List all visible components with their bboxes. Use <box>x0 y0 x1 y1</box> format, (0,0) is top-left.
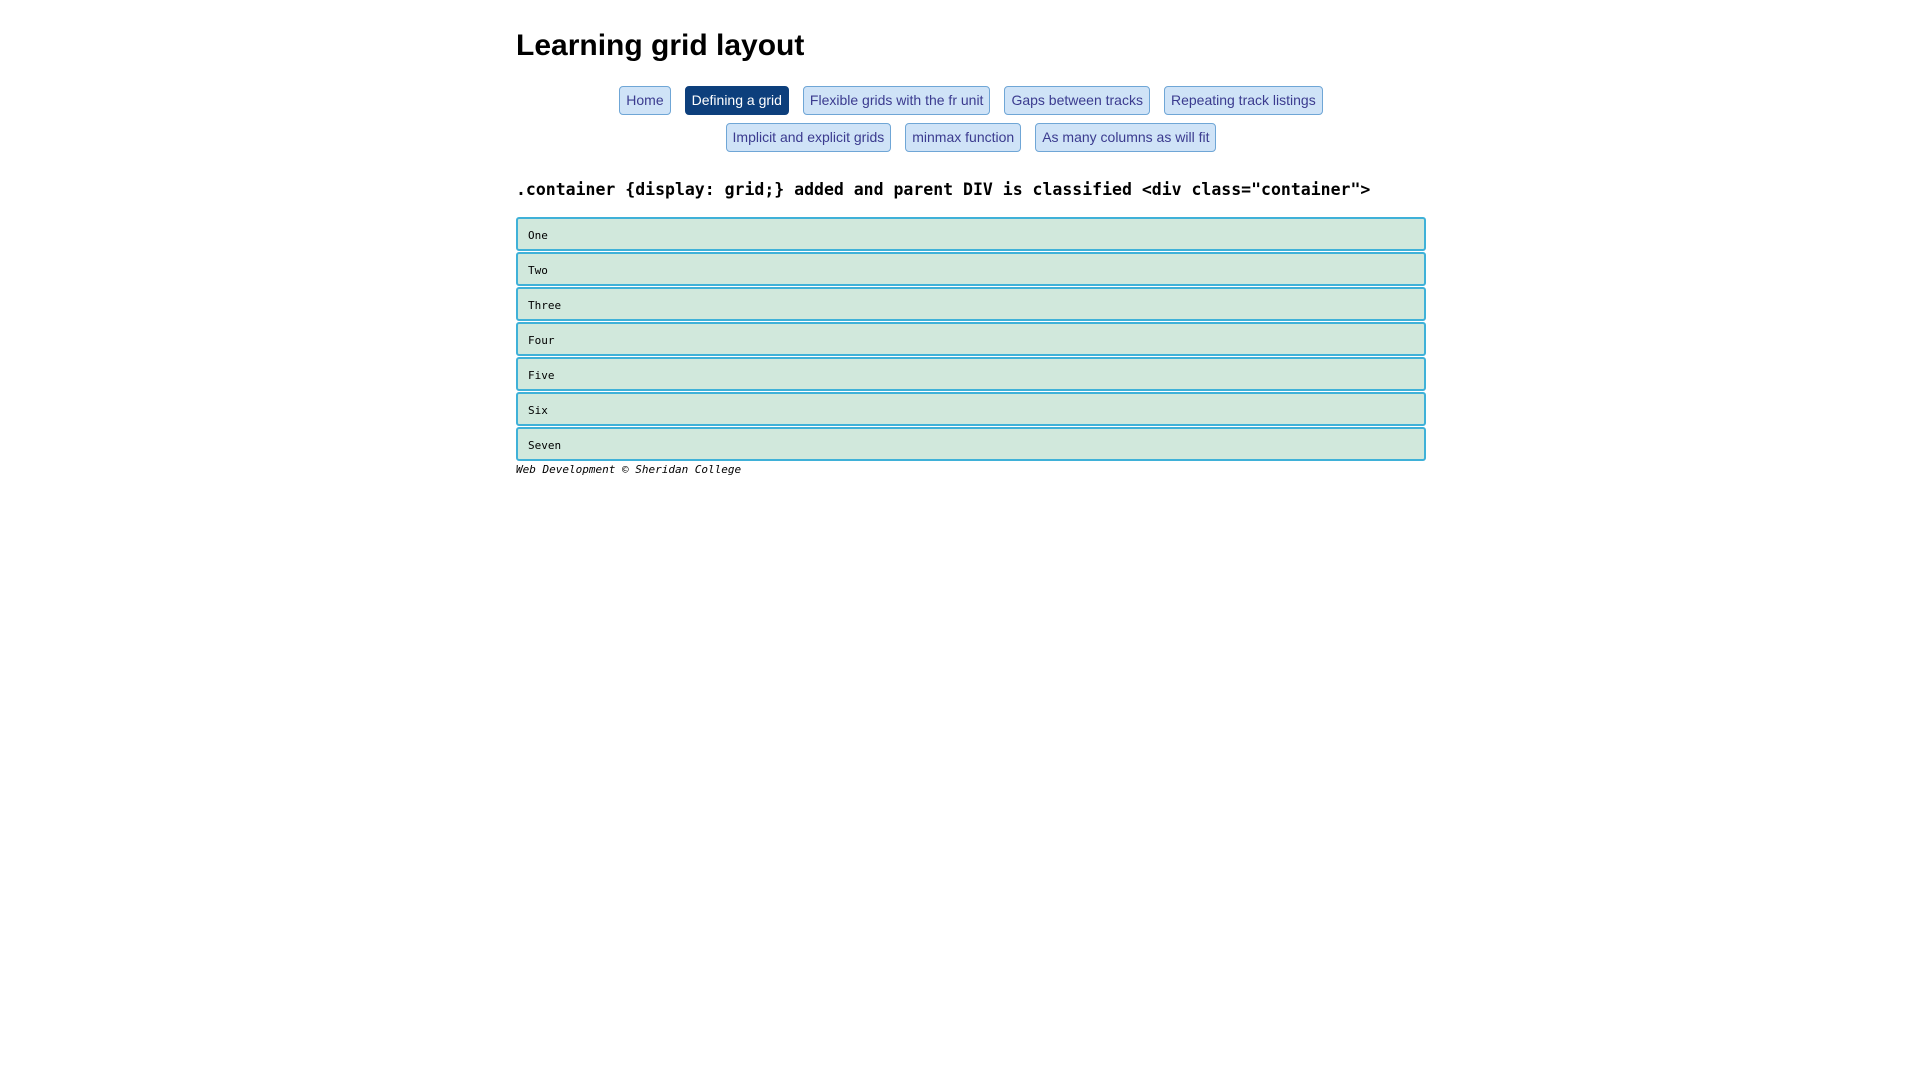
section-heading: .container {display: grid;} added and pa… <box>516 180 1371 199</box>
nav-link-gaps-between-tracks[interactable]: Gaps between tracks <box>1004 86 1150 115</box>
nav-link-repeating-track-listings[interactable]: Repeating track listings <box>1163 86 1323 115</box>
nav-link-implicit-explicit-grids[interactable]: Implicit and explicit grids <box>725 123 892 152</box>
grid-item: One <box>516 217 1426 251</box>
nav-link-flexible-grids[interactable]: Flexible grids with the fr unit <box>802 86 991 115</box>
page-footer: Web Development © Sheridan College <box>516 463 742 476</box>
nav-link-minmax-function[interactable]: minmax function <box>905 123 1022 152</box>
nav-row-1: Home Defining a grid Flexible grids with… <box>516 86 1426 115</box>
grid-item: Four <box>516 322 1426 356</box>
main-nav: Home Defining a grid Flexible grids with… <box>516 86 1426 160</box>
grid-item: Five <box>516 357 1426 391</box>
nav-row-2: Implicit and explicit grids minmax funct… <box>516 123 1426 152</box>
grid-container: One Two Three Four Five Six Seven <box>516 217 1426 462</box>
nav-link-defining-a-grid[interactable]: Defining a grid <box>684 86 789 115</box>
page: Learning grid layout Home Defining a gri… <box>516 0 1426 477</box>
page-title: Learning grid layout <box>516 29 805 62</box>
grid-item: Six <box>516 392 1426 426</box>
nav-link-as-many-columns[interactable]: As many columns as will fit <box>1035 123 1217 152</box>
grid-item: Seven <box>516 427 1426 461</box>
nav-link-home[interactable]: Home <box>619 86 671 115</box>
grid-item: Two <box>516 252 1426 286</box>
grid-item: Three <box>516 287 1426 321</box>
